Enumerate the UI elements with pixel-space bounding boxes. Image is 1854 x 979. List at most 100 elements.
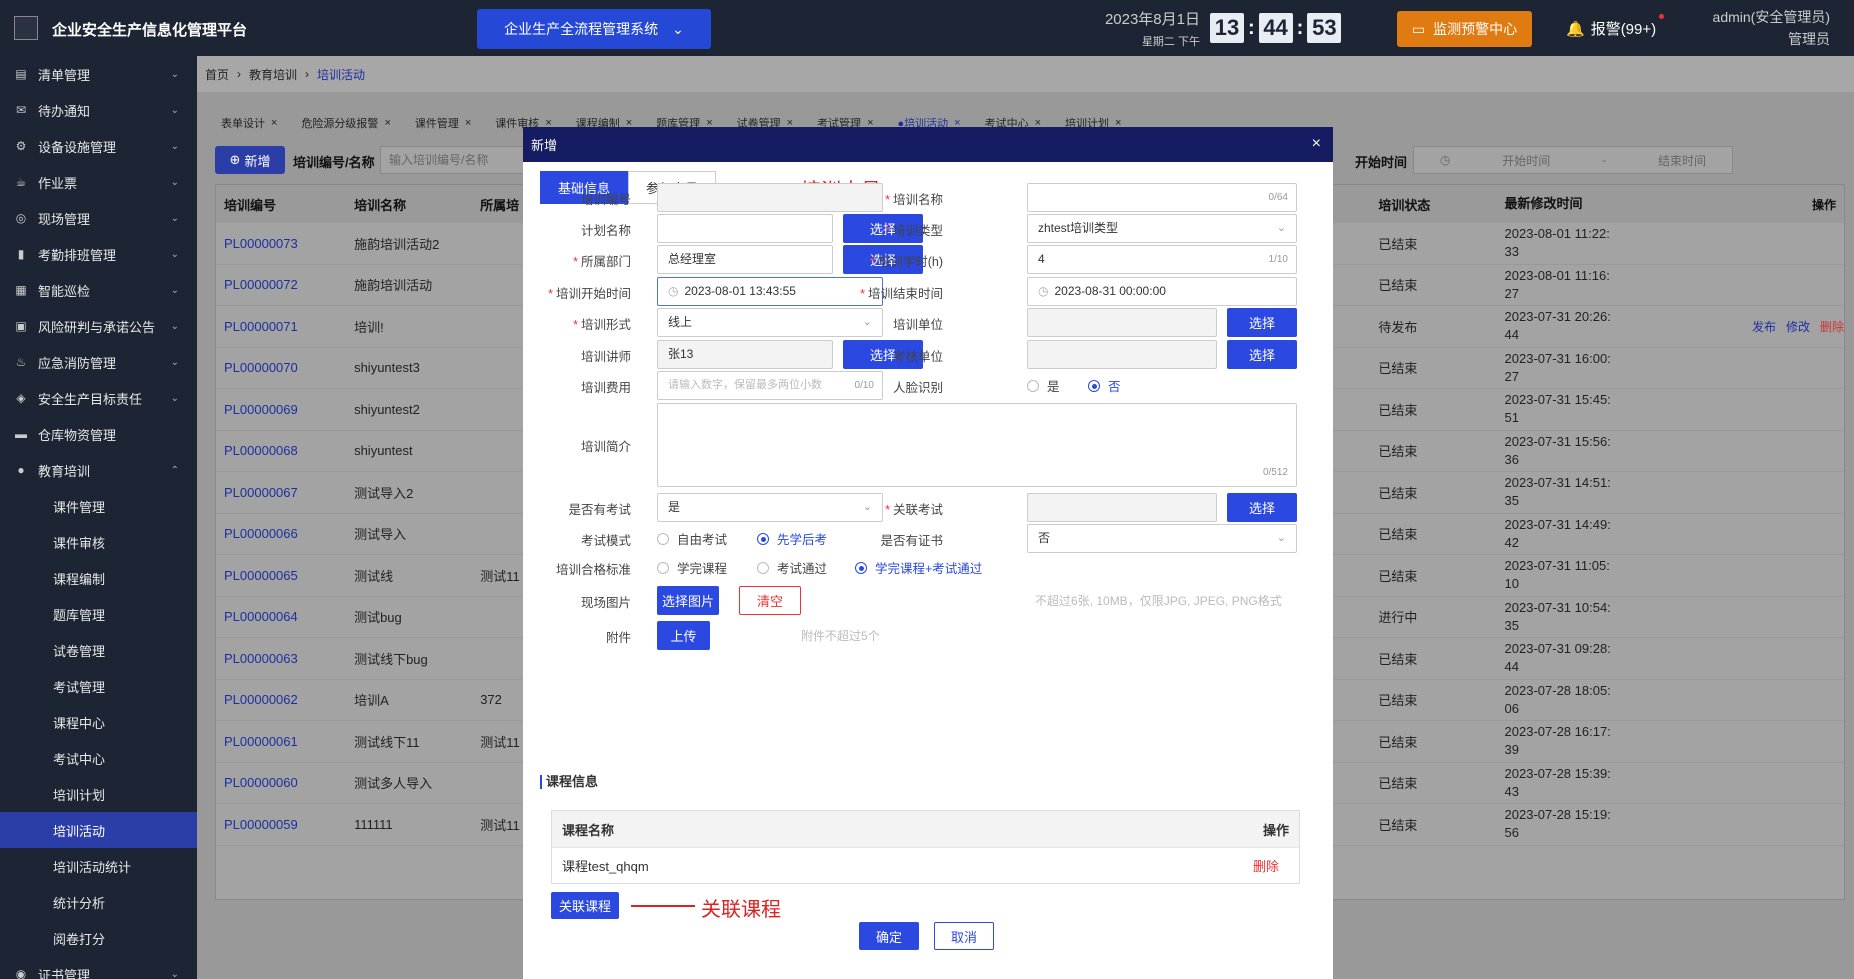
sidebar-item-inspection[interactable]: ▦ 智能巡检 ⌄ <box>0 272 197 308</box>
close-icon[interactable]: × <box>271 117 277 129</box>
sidebar-item-equipment[interactable]: ⚙ 设备设施管理 ⌄ <box>0 128 197 164</box>
row-code-link[interactable]: PL00000071 <box>216 319 346 334</box>
sidebar-item-emergency[interactable]: ♨ 应急消防管理 ⌄ <box>0 344 197 380</box>
plan-field[interactable] <box>657 214 833 243</box>
row-code-link[interactable]: PL00000066 <box>216 526 346 541</box>
close-icon[interactable]: × <box>1312 135 1321 153</box>
sidebar-sub-courseware[interactable]: 课件管理 <box>0 488 197 524</box>
sidebar-sub-exam-center[interactable]: 考试中心 <box>0 740 197 776</box>
clock: 13: 44: 53 <box>1210 13 1342 43</box>
link-course-button[interactable]: 关联课程 <box>551 892 619 919</box>
sidebar-item-site[interactable]: ◎ 现场管理 ⌄ <box>0 200 197 236</box>
row-code-link[interactable]: PL00000065 <box>216 568 346 583</box>
sidebar-sub-exam[interactable]: 考试管理 <box>0 668 197 704</box>
close-icon[interactable]: × <box>465 117 471 129</box>
type-select[interactable]: zhtest培训类型 ⌄ <box>1027 214 1297 243</box>
row-action-link[interactable]: 删除 <box>1820 318 1844 335</box>
sidebar-item-risk[interactable]: ▣ 风险研判与承诺公告 ⌄ <box>0 308 197 344</box>
sidebar-sub-activity[interactable]: 培训活动 <box>0 812 197 848</box>
row-action-link[interactable]: 修改 <box>1786 318 1810 335</box>
row-code-link[interactable]: PL00000061 <box>216 734 346 749</box>
sidebar-item-certificate[interactable]: ◉ 证书管理 ⌄ <box>0 956 197 979</box>
row-status: 已结束 <box>1378 402 1418 418</box>
sidebar-sub-analysis[interactable]: 统计分析 <box>0 884 197 920</box>
row-time-date: 2023-07-28 18:05: <box>1504 682 1611 698</box>
exam-unit-select-button[interactable]: 选择 <box>1227 340 1297 369</box>
alarm-button[interactable]: 🔔 报警(99+) <box>1566 14 1665 39</box>
select-image-button[interactable]: 选择图片 <box>657 586 719 615</box>
has-cert-select[interactable]: 否 ⌄ <box>1027 524 1297 553</box>
confirm-button[interactable]: 确定 <box>859 922 919 950</box>
sidebar: ▤ 清单管理 ⌄ ✉ 待办通知 ⌄ ⚙ 设备设施管理 ⌄ ☕ 作业票 ⌄ ◎ 现场管理 ⌄ ▮ 考勤排… <box>0 56 197 979</box>
sidebar-sub-plan[interactable]: 培训计划 <box>0 776 197 812</box>
sidebar-sub-paper[interactable]: 试卷管理 <box>0 632 197 668</box>
row-action-link[interactable]: 发布 <box>1752 318 1776 335</box>
page-tab[interactable]: 课件管理 × <box>403 115 483 131</box>
upload-button[interactable]: 上传 <box>657 621 710 650</box>
end-datetime-field[interactable]: ◷ 2023-08-31 00:00:00 <box>1027 277 1297 306</box>
logo <box>14 16 38 40</box>
clear-button[interactable]: 清空 <box>739 586 801 615</box>
row-code-link[interactable]: PL00000059 <box>216 817 346 832</box>
breadcrumb-home[interactable]: 首页 <box>205 66 229 83</box>
face-yes-radio[interactable]: 是 <box>1027 376 1060 395</box>
unit-select-button[interactable]: 选择 <box>1227 308 1297 337</box>
pass-exam-radio[interactable]: 考试通过 <box>757 558 827 577</box>
sidebar-sub-activity-stats[interactable]: 培训活动统计 <box>0 848 197 884</box>
date-range-input[interactable]: ◷ 开始时间 - 结束时间 <box>1413 146 1733 174</box>
sidebar-sub-courseware-review[interactable]: 课件审核 <box>0 524 197 560</box>
row-code-link[interactable]: PL00000067 <box>216 485 346 500</box>
time-filter-label: 开始时间 <box>1355 155 1408 170</box>
monitor-center-button[interactable]: ▭ 监测预警中心 <box>1397 11 1532 47</box>
page-tab[interactable]: 表单设计 × <box>209 115 289 131</box>
sidebar-sub-course-edit[interactable]: 课程编制 <box>0 560 197 596</box>
sidebar-item-attendance[interactable]: ▮ 考勤排班管理 ⌄ <box>0 236 197 272</box>
row-code-link[interactable]: PL00000072 <box>216 277 346 292</box>
row-time-sec: 36 <box>1504 451 1519 467</box>
course-delete-link[interactable]: 删除 <box>1253 856 1279 875</box>
sidebar-item-target[interactable]: ◈ 安全生产目标责任 ⌄ <box>0 380 197 416</box>
intro-textarea[interactable]: 0/512 <box>657 403 1297 487</box>
code-filter-input[interactable]: 输入培训编号/名称 <box>380 146 530 174</box>
sidebar-item-list[interactable]: ▤ 清单管理 ⌄ <box>0 56 197 92</box>
close-icon[interactable]: × <box>384 117 390 129</box>
hours-field[interactable]: 4 1/10 <box>1027 245 1297 274</box>
face-no-radio[interactable]: 否 <box>1088 376 1121 395</box>
row-name: 施韵培训活动 <box>354 278 433 294</box>
add-button[interactable]: ⊕ 新增 <box>215 146 285 174</box>
sidebar-sub-course-center[interactable]: 课程中心 <box>0 704 197 740</box>
sidebar-item-permit[interactable]: ☕ 作业票 ⌄ <box>0 164 197 200</box>
pass-finish-radio[interactable]: 学完课程 <box>657 558 727 577</box>
chevron-down-icon: ⌄ <box>170 392 179 404</box>
system-switch-button[interactable]: 企业生产全流程管理系统 ⌄ <box>477 9 711 49</box>
sidebar-item-todo[interactable]: ✉ 待办通知 ⌄ <box>0 92 197 128</box>
sidebar-item-training[interactable]: ● 教育培训 ⌃ <box>0 452 197 488</box>
row-code-link[interactable]: PL00000062 <box>216 692 346 707</box>
row-time: 2023-07-31 16:00: 27 <box>1497 350 1715 386</box>
pass-both-radio[interactable]: 学完课程+考试通过 <box>855 558 982 577</box>
row-code-link[interactable]: PL00000060 <box>216 775 346 790</box>
course-table-header: 课程名称 操作 <box>552 811 1299 847</box>
mode-learn-first-radio[interactable]: 先学后考 <box>757 529 827 548</box>
name-field[interactable]: 0/64 <box>1027 183 1297 212</box>
row-code-link[interactable]: PL00000064 <box>216 609 346 624</box>
sidebar-sub-question-bank[interactable]: 题库管理 <box>0 596 197 632</box>
sidebar-item-warehouse[interactable]: ▬ 仓库物资管理 <box>0 416 197 452</box>
row-code-link[interactable]: PL00000068 <box>216 443 346 458</box>
user-menu[interactable]: admin(安全管理员) 管理员 <box>1680 6 1830 50</box>
row-code-link[interactable]: PL00000073 <box>216 236 346 251</box>
mode-free-radio[interactable]: 自由考试 <box>657 529 727 548</box>
sidebar-item-label: 应急消防管理 <box>38 355 117 371</box>
row-code-link[interactable]: PL00000063 <box>216 651 346 666</box>
sidebar-item-label: 设备设施管理 <box>38 139 117 155</box>
cancel-button[interactable]: 取消 <box>934 922 994 950</box>
row-code-link[interactable]: PL00000069 <box>216 402 346 417</box>
sidebar-sub-grading[interactable]: 阅卷打分 <box>0 920 197 956</box>
breadcrumb-training[interactable]: 教育培训 <box>249 66 297 83</box>
row-time-date: 2023-07-28 15:39: <box>1504 765 1611 781</box>
rel-exam-select-button[interactable]: 选择 <box>1227 493 1297 522</box>
row-code-link[interactable]: PL00000070 <box>216 360 346 375</box>
exam-unit-field <box>1027 340 1217 369</box>
page-tab[interactable]: 危险源分级报警 × <box>289 115 402 131</box>
dept-field[interactable]: 总经理室 <box>657 245 833 274</box>
